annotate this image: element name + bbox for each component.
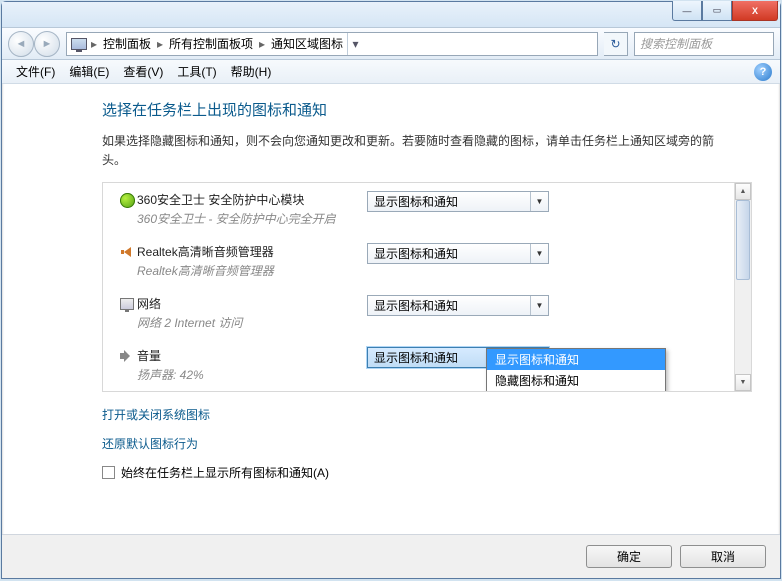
back-button[interactable]: ◄ <box>8 31 34 57</box>
scroll-track[interactable] <box>735 200 751 374</box>
list-item: NVIDIA Container NVIDIA GeForce Game Rea… <box>103 391 734 392</box>
icon-list-pane: 360安全卫士 安全防护中心模块 360安全卫士 - 安全防护中心完全开启 显示… <box>102 182 752 392</box>
always-show-label: 始终在任务栏上显示所有图标和通知(A) <box>121 464 329 481</box>
item-subtitle: 网络 2 Internet 访问 <box>137 314 367 331</box>
menu-edit[interactable]: 编辑(E) <box>63 61 115 82</box>
app-icon-realtek <box>117 243 137 261</box>
behavior-combobox[interactable]: 显示图标和通知 ▼ <box>367 243 549 264</box>
search-input[interactable]: 搜索控制面板 <box>634 32 774 56</box>
dropdown-option-hide[interactable]: 隐藏图标和通知 <box>487 370 665 391</box>
content-area: 选择在任务栏上出现的图标和通知 如果选择隐藏图标和通知，则不会向您通知更改和更新… <box>2 85 780 532</box>
chevron-down-icon: ▼ <box>530 192 548 211</box>
scrollbar[interactable]: ▲ ▼ <box>734 183 751 391</box>
control-panel-icon <box>71 38 87 50</box>
item-subtitle: Realtek高清晰音频管理器 <box>137 262 367 279</box>
window-controls: — ▭ X <box>672 1 778 21</box>
chevron-right-icon[interactable]: ▸ <box>89 37 99 51</box>
scroll-up-button[interactable]: ▲ <box>735 183 751 200</box>
menu-tools[interactable]: 工具(T) <box>171 61 222 82</box>
close-button[interactable]: X <box>732 1 778 21</box>
app-icon-360 <box>117 191 137 209</box>
combobox-value: 显示图标和通知 <box>374 349 458 366</box>
link-system-icons[interactable]: 打开或关闭系统图标 <box>102 406 752 423</box>
navigation-bar: ◄ ► ▸ 控制面板 ▸ 所有控制面板项 ▸ 通知区域图标 ▾ ↻ 搜索控制面板 <box>2 28 780 60</box>
control-panel-window: — ▭ X ◄ ► ▸ 控制面板 ▸ 所有控制面板项 ▸ 通知区域图标 ▾ ↻ … <box>1 1 781 579</box>
item-subtitle: 扬声器: 42% <box>137 366 367 383</box>
behavior-combobox[interactable]: 显示图标和通知 ▼ <box>367 191 549 212</box>
breadcrumb-control-panel[interactable]: 控制面板 <box>101 35 153 52</box>
links-area: 打开或关闭系统图标 还原默认图标行为 <box>102 406 752 452</box>
page-description: 如果选择隐藏图标和通知，则不会向您通知更改和更新。若要随时查看隐藏的图标，请单击… <box>102 132 752 170</box>
menu-bar: 文件(F) 编辑(E) 查看(V) 工具(T) 帮助(H) ? <box>2 60 780 84</box>
scroll-thumb[interactable] <box>736 200 750 280</box>
address-dropdown-icon[interactable]: ▾ <box>347 33 363 55</box>
combobox-value: 显示图标和通知 <box>374 297 458 314</box>
help-icon[interactable]: ? <box>754 63 772 81</box>
item-title: 360安全卫士 安全防护中心模块 <box>137 191 367 208</box>
chevron-down-icon: ▼ <box>530 244 548 263</box>
maximize-button[interactable]: ▭ <box>702 1 732 21</box>
list-item: 360安全卫士 安全防护中心模块 360安全卫士 - 安全防护中心完全开启 显示… <box>103 183 734 235</box>
menu-view[interactable]: 查看(V) <box>117 61 169 82</box>
minimize-button[interactable]: — <box>672 1 702 21</box>
combobox-value: 显示图标和通知 <box>374 193 458 210</box>
menu-file[interactable]: 文件(F) <box>10 61 61 82</box>
breadcrumb-all-items[interactable]: 所有控制面板项 <box>167 35 255 52</box>
always-show-checkbox[interactable] <box>102 466 115 479</box>
nav-buttons: ◄ ► <box>8 31 60 57</box>
ok-button[interactable]: 确定 <box>586 545 672 568</box>
dropdown-option-notify[interactable]: 仅显示通知 <box>487 391 665 392</box>
breadcrumb-notification-icons[interactable]: 通知区域图标 <box>269 35 345 52</box>
scroll-down-button[interactable]: ▼ <box>735 374 751 391</box>
footer: 确定 取消 <box>2 534 780 578</box>
always-show-row: 始终在任务栏上显示所有图标和通知(A) <box>102 464 752 481</box>
item-title: Realtek高清晰音频管理器 <box>137 243 367 260</box>
search-placeholder: 搜索控制面板 <box>640 35 712 52</box>
item-title: 网络 <box>137 295 367 312</box>
behavior-combobox[interactable]: 显示图标和通知 ▼ <box>367 295 549 316</box>
forward-button[interactable]: ► <box>34 31 60 57</box>
item-subtitle: 360安全卫士 - 安全防护中心完全开启 <box>137 210 367 227</box>
menu-help[interactable]: 帮助(H) <box>225 61 278 82</box>
chevron-right-icon[interactable]: ▸ <box>257 37 267 51</box>
list-item: 网络 网络 2 Internet 访问 显示图标和通知 ▼ <box>103 287 734 339</box>
page-title: 选择在任务栏上出现的图标和通知 <box>102 99 752 120</box>
app-icon-network <box>117 295 137 313</box>
combobox-value: 显示图标和通知 <box>374 245 458 262</box>
cancel-button[interactable]: 取消 <box>680 545 766 568</box>
link-restore-defaults[interactable]: 还原默认图标行为 <box>102 435 752 452</box>
chevron-right-icon[interactable]: ▸ <box>155 37 165 51</box>
dropdown-option-show[interactable]: 显示图标和通知 <box>487 349 665 370</box>
address-bar[interactable]: ▸ 控制面板 ▸ 所有控制面板项 ▸ 通知区域图标 ▾ <box>66 32 598 56</box>
chevron-down-icon: ▼ <box>530 296 548 315</box>
refresh-button[interactable]: ↻ <box>604 32 628 56</box>
app-icon-volume <box>117 347 137 365</box>
item-title: 音量 <box>137 347 367 364</box>
list-item: Realtek高清晰音频管理器 Realtek高清晰音频管理器 显示图标和通知 … <box>103 235 734 287</box>
titlebar: — ▭ X <box>2 2 780 28</box>
behavior-dropdown: 显示图标和通知 隐藏图标和通知 仅显示通知 <box>486 348 666 392</box>
